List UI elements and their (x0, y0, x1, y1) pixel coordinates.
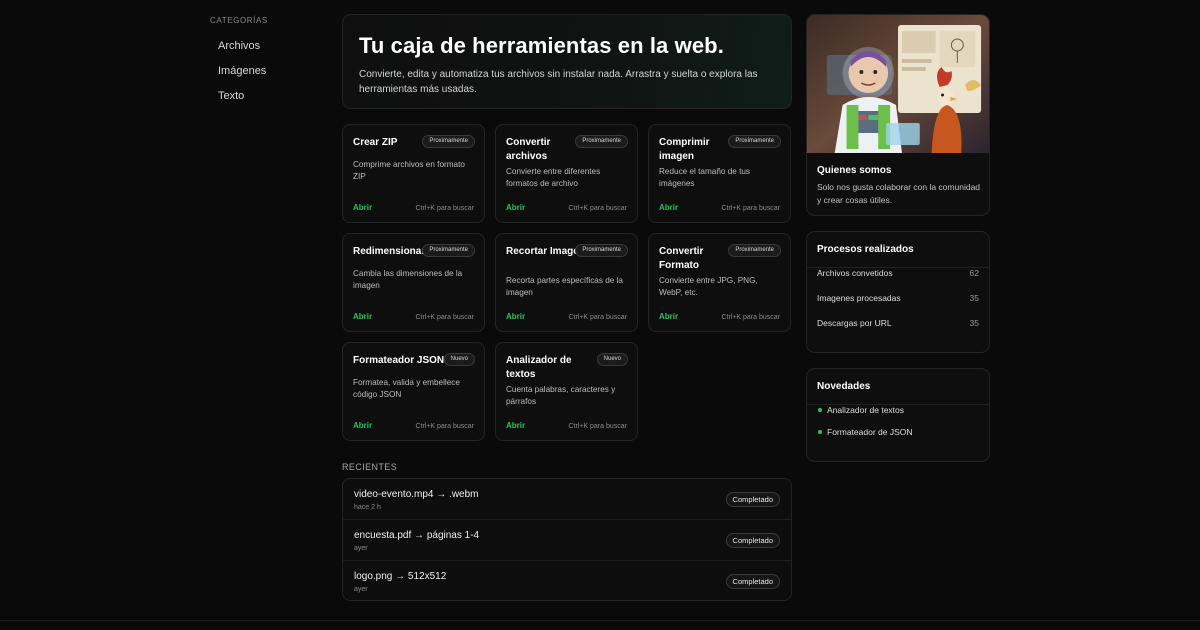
stat-label: Archivos convetidos (817, 268, 893, 278)
recent-item[interactable]: encuesta.pdf → páginas 1-4 ayer Completa… (343, 520, 791, 561)
tool-card-convertir-archivos[interactable]: Convertir archivos Proximamente Conviert… (495, 124, 638, 223)
tool-card-redimensionar[interactable]: Redimensionar Proximamente Cambia las di… (342, 233, 485, 332)
stat-row: Descargas por URL 35 (807, 318, 989, 343)
recent-item[interactable]: video-evento.mp4 → .webm hace 2 h Comple… (343, 479, 791, 520)
open-link[interactable]: Abrir (506, 421, 525, 430)
news-item[interactable]: Formateador de JSON (807, 427, 989, 449)
about-panel: Quienes somos Solo nos gusta colaborar c… (806, 14, 990, 216)
tool-card-crear-zip[interactable]: Crear ZIP Proximamente Comprime archivos… (342, 124, 485, 223)
shortcut-hint: Ctrl+K para buscar (415, 205, 474, 212)
about-illustration (807, 15, 989, 153)
tool-card-formateador-json[interactable]: Formateador JSON Nuevo Formatea, valida … (342, 342, 485, 441)
tool-title: Convertir archivos (506, 137, 551, 162)
stat-value: 35 (969, 318, 979, 328)
stat-row: Archivos convetidos 62 (807, 268, 989, 293)
tool-title: Recortar Imagen (506, 246, 585, 257)
recent-item-name: logo.png → 512x512 (354, 571, 447, 582)
recent-item-time: hace 2 h (354, 504, 381, 511)
tool-description: Comprime archivos en formato ZIP (353, 160, 465, 181)
tool-description: Cuenta palabras, caracteres y párrafos (506, 385, 616, 406)
stat-value: 35 (969, 293, 979, 303)
hero-subtitle: Convierte, edita y automatiza tus archiv… (359, 69, 758, 95)
news-title: Novedades (807, 369, 989, 405)
status-badge: Proximamente (422, 135, 475, 148)
shortcut-hint: Ctrl+K para buscar (721, 205, 780, 212)
tool-card-convertir-formato[interactable]: Convertir Formato Proximamente Convierte… (648, 233, 791, 332)
recent-list: video-evento.mp4 → .webm hace 2 h Comple… (342, 478, 792, 601)
recent-item-time: ayer (354, 545, 368, 552)
tool-description: Convierte entre diferentes formatos de a… (506, 167, 601, 188)
bullet-dot-icon (818, 430, 822, 434)
stat-label: Descargas por URL (817, 318, 892, 328)
recent-item-time: ayer (354, 586, 368, 593)
sidebar-item-archivos[interactable]: Archivos (210, 39, 320, 64)
recent-section-title: RECIENTES (342, 462, 398, 472)
open-link[interactable]: Abrir (353, 312, 372, 321)
status-badge: Proximamente (422, 244, 475, 257)
status-badge: Proximamente (575, 135, 628, 148)
stat-value: 62 (969, 268, 979, 278)
tool-title: Formateador JSON (353, 355, 445, 366)
status-badge: Nuevo (443, 353, 475, 366)
status-badge: Completado (725, 492, 780, 507)
open-link[interactable]: Abrir (353, 421, 372, 430)
shortcut-hint: Ctrl+K para buscar (721, 314, 780, 321)
hero-banner: Tu caja de herramientas en la web. Convi… (342, 14, 792, 109)
tool-title: Redimensionar (353, 246, 426, 257)
stat-row: Imagenes procesadas 35 (807, 293, 989, 318)
status-badge: Completado (725, 574, 780, 589)
tool-description: Convierte entre JPG, PNG, WebP, etc. (659, 276, 758, 297)
status-badge: Proximamente (728, 135, 781, 148)
about-description: Solo nos gusta colaborar con la comunida… (817, 182, 981, 205)
tool-title: Crear ZIP (353, 137, 398, 148)
shortcut-hint: Ctrl+K para buscar (568, 423, 627, 430)
tool-description: Recorta partes específicas de la imagen (506, 276, 623, 297)
recent-item-name: video-evento.mp4 → .webm (354, 489, 479, 500)
bullet-dot-icon (818, 408, 822, 412)
news-item-label: Analizador de textos (827, 405, 905, 415)
stats-panel: Procesos realizados Archivos convetidos … (806, 231, 990, 353)
tool-card-recortar-imagen[interactable]: Recortar Imagen Proximamente Recorta par… (495, 233, 638, 332)
footer-divider (0, 620, 1200, 621)
open-link[interactable]: Abrir (659, 312, 678, 321)
news-panel: Novedades Analizador de textos Formatead… (806, 368, 990, 462)
categories-sidebar: CATEGORÍAS Archivos Imágenes Texto (210, 16, 320, 114)
open-link[interactable]: Abrir (506, 312, 525, 321)
tool-description: Reduce el tamaño de tus imágenes (659, 167, 751, 188)
shortcut-hint: Ctrl+K para buscar (415, 314, 474, 321)
shortcut-hint: Ctrl+K para buscar (568, 314, 627, 321)
status-badge: Proximamente (728, 244, 781, 257)
stats-title: Procesos realizados (807, 232, 989, 268)
tool-title: Analizador de textos (506, 355, 572, 380)
hero-title: Tu caja de herramientas en la web. (359, 33, 724, 58)
tool-card-analizador-textos[interactable]: Analizador de textos Nuevo Cuenta palabr… (495, 342, 638, 441)
recent-item[interactable]: logo.png → 512x512 ayer Completado (343, 561, 791, 600)
tool-title: Convertir Formato (659, 246, 704, 271)
tool-description: Formatea, valida y embellece código JSON (353, 378, 460, 399)
status-badge: Proximamente (575, 244, 628, 257)
tool-description: Cambia las dimensiones de la imagen (353, 269, 463, 290)
stat-label: Imagenes procesadas (817, 293, 901, 303)
news-item[interactable]: Analizador de textos (807, 405, 989, 427)
news-item-label: Formateador de JSON (827, 427, 913, 437)
open-link[interactable]: Abrir (353, 203, 372, 212)
shortcut-hint: Ctrl+K para buscar (568, 205, 627, 212)
open-link[interactable]: Abrir (506, 203, 525, 212)
open-link[interactable]: Abrir (659, 203, 678, 212)
recent-item-name: encuesta.pdf → páginas 1-4 (354, 530, 480, 541)
sidebar-item-texto[interactable]: Texto (210, 89, 320, 114)
tool-title: Comprimir imagen (659, 137, 710, 162)
sidebar-item-imagenes[interactable]: Imágenes (210, 64, 320, 89)
status-badge: Completado (725, 533, 780, 548)
sidebar-title: CATEGORÍAS (210, 16, 268, 25)
shortcut-hint: Ctrl+K para buscar (415, 423, 474, 430)
about-title: Quienes somos (817, 165, 892, 176)
tool-card-comprimir-imagen[interactable]: Comprimir imagen Proximamente Reduce el … (648, 124, 791, 223)
status-badge: Nuevo (596, 353, 628, 366)
